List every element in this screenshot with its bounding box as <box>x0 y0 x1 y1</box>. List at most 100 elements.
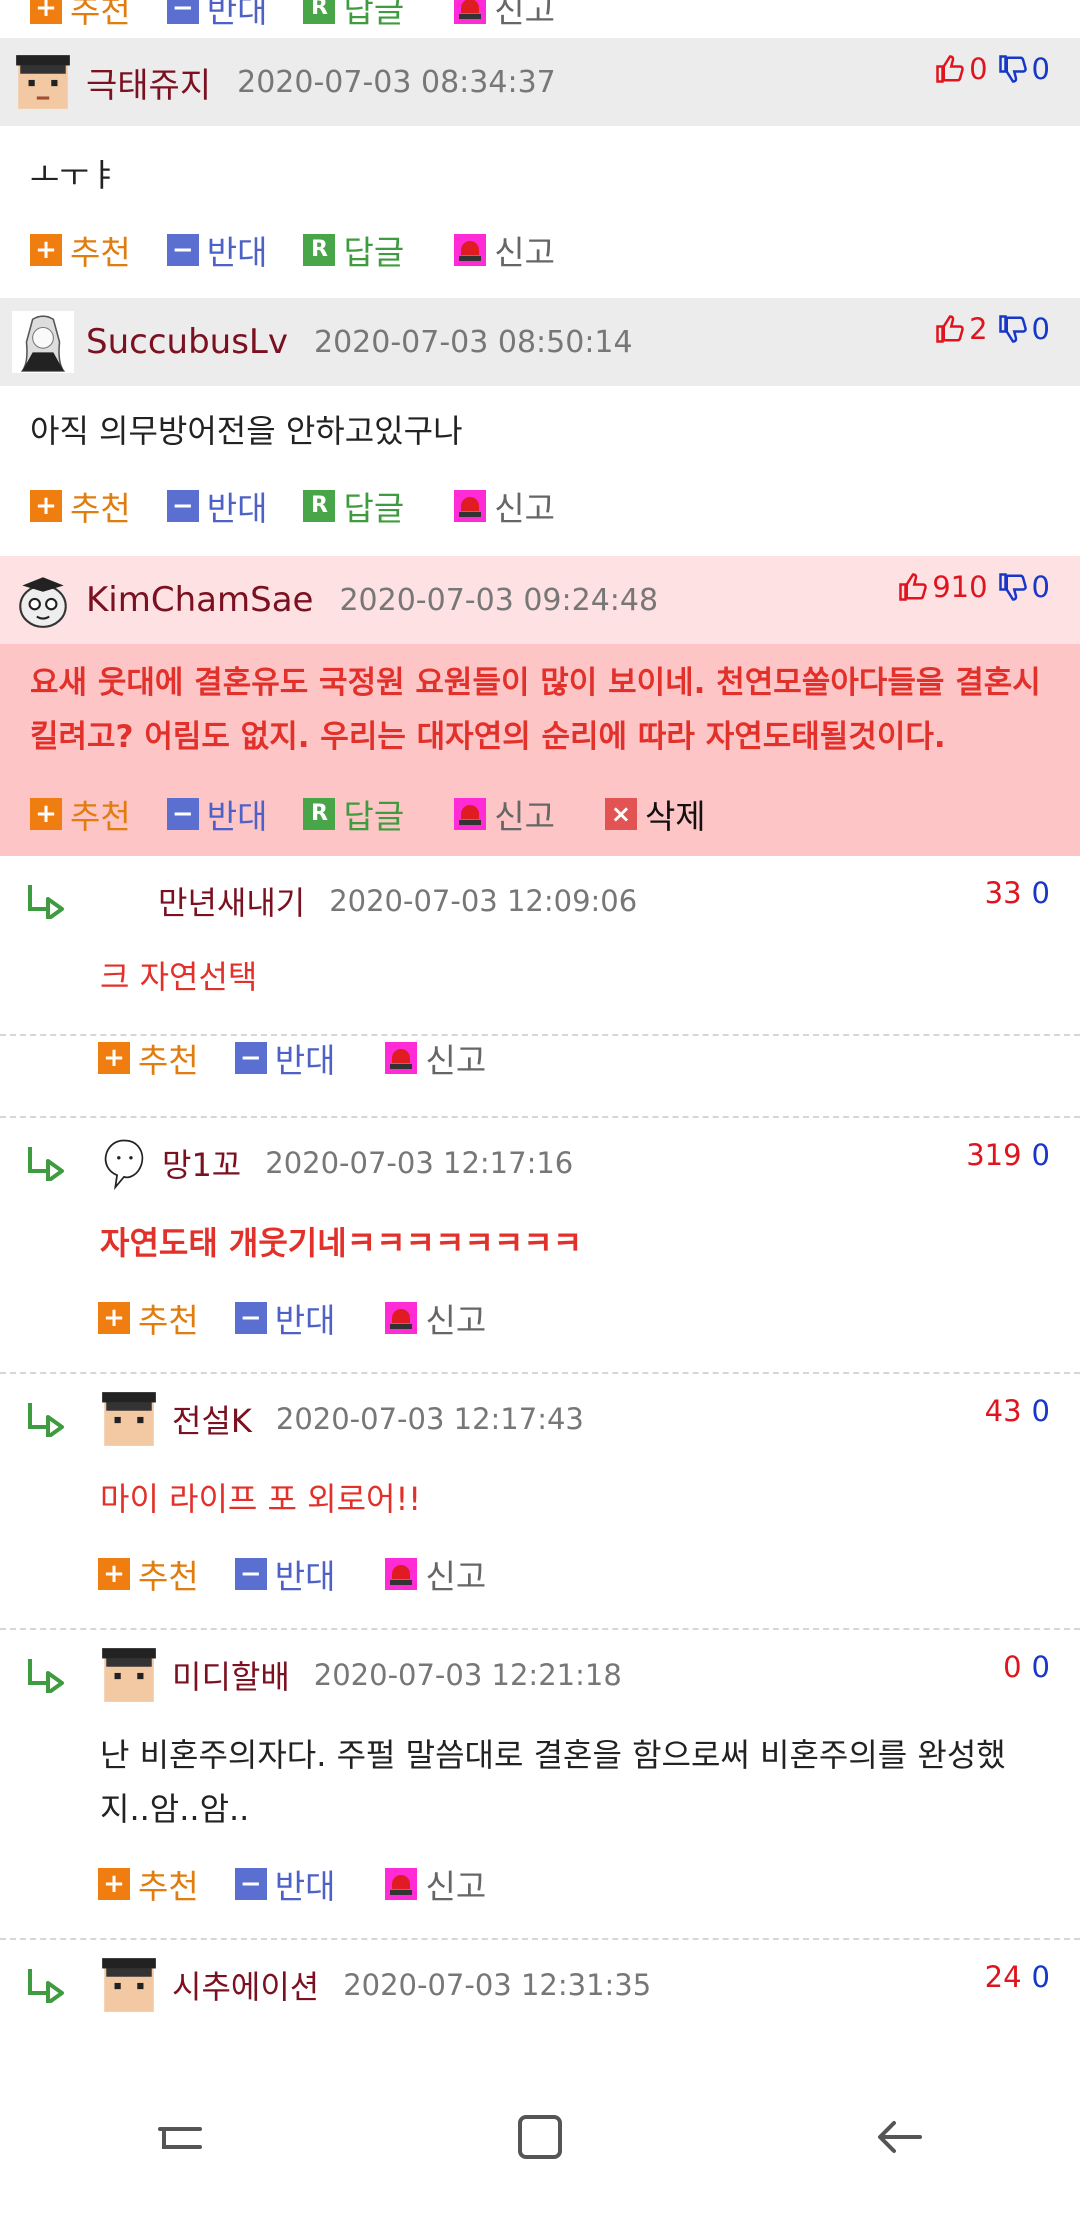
reply-item: 전설K 2020-07-03 12:17:43 43 0 마이 라이프 포 외로어… <box>0 1374 1080 1630</box>
upvote-count: 2 <box>935 312 988 346</box>
siren-icon <box>454 798 487 830</box>
downvote-button[interactable]: − 반대 <box>234 1550 335 1598</box>
delete-button[interactable]: × 삭제 <box>604 790 706 838</box>
nickname[interactable]: SuccubusLv <box>86 322 288 362</box>
minus-icon: − <box>234 1302 267 1334</box>
vote-counts: 2 0 <box>935 312 1050 346</box>
comment: SuccubusLv 2020-07-03 08:50:14 2 0 아직 의무… <box>0 298 1080 546</box>
thumbs-up-icon <box>936 315 964 343</box>
report-button[interactable]: 신고 <box>454 226 555 274</box>
nickname[interactable]: 시추에이션 <box>172 1962 319 2008</box>
reply-item: 시추에이션 2020-07-03 12:31:35 24 0 <box>0 1940 1080 2030</box>
downvote-count: 0 <box>998 570 1050 604</box>
avatar[interactable] <box>12 569 74 631</box>
reply-text: 자연도태 개웃기네ㅋㅋㅋㅋㅋㅋㅋㅋ <box>100 1224 583 1262</box>
reply-text: 마이 라이프 포 외로어!! <box>100 1480 422 1518</box>
vote-counts: 43 0 <box>984 1394 1050 1428</box>
siren-icon <box>454 0 487 24</box>
avatar[interactable] <box>12 51 74 113</box>
nickname[interactable]: 미디할배 <box>172 1652 290 1698</box>
upvote-button[interactable]: + 추천 <box>30 482 131 530</box>
report-button[interactable]: 신고 <box>454 790 555 838</box>
avatar[interactable] <box>98 1132 150 1194</box>
avatar[interactable] <box>98 1644 160 1706</box>
nickname[interactable]: 망1꼬 <box>162 1140 241 1186</box>
plus-icon: + <box>30 234 62 266</box>
minus-icon: − <box>166 0 199 24</box>
nickname[interactable]: 극태쥬지 <box>86 58 211 107</box>
comment-text: 요새 웃대에 결혼유도 국정원 요원들이 많이 보이네. 천연모쏠아다들을 결혼… <box>30 665 1041 755</box>
reply-arrow-icon <box>28 1403 64 1437</box>
minus-icon: − <box>234 1868 267 1900</box>
downvote-button[interactable]: − 반대 <box>166 226 267 274</box>
downvote-button[interactable]: − 반대 <box>234 1294 335 1342</box>
report-button[interactable]: 신고 <box>385 1860 486 1908</box>
timestamp: 2020-07-03 08:50:14 <box>313 324 633 360</box>
minus-icon: − <box>166 234 199 266</box>
upvote-button[interactable]: + 추천 <box>98 1034 199 1082</box>
siren-icon <box>385 1558 418 1590</box>
nickname[interactable]: 전설K <box>172 1396 252 1442</box>
downvote-button[interactable]: − 반대 <box>234 1034 335 1082</box>
report-button[interactable]: 신고 <box>385 1034 486 1082</box>
downvote-count: 0 <box>998 312 1050 346</box>
nickname[interactable]: 만년새내기 <box>158 878 305 924</box>
avatar[interactable] <box>98 1954 160 2016</box>
siren-icon <box>385 1868 418 1900</box>
downvote-button[interactable]: − 반대 <box>166 790 267 838</box>
home-icon[interactable] <box>510 2107 570 2167</box>
timestamp: 2020-07-03 09:24:48 <box>339 582 659 618</box>
upvote-button[interactable]: + 추천 <box>30 226 131 274</box>
comment-header: SuccubusLv 2020-07-03 08:50:14 2 0 <box>0 298 1080 386</box>
reply-icon: R <box>303 490 336 522</box>
reply-button[interactable]: R 답글 <box>303 482 404 530</box>
vote-counts: 24 0 <box>984 1960 1050 1994</box>
vote-counts: 910 0 <box>898 570 1050 604</box>
report-button[interactable]: 신고 <box>454 0 555 32</box>
thumbs-up-icon <box>936 55 964 83</box>
report-button[interactable]: 신고 <box>385 1550 486 1598</box>
comment-actions: + 추천 − 반대 R 답글 신고 <box>0 466 1080 546</box>
close-icon: × <box>604 798 637 830</box>
avatar[interactable] <box>98 1388 160 1450</box>
thumbs-down-icon <box>998 55 1027 83</box>
upvote-button[interactable]: + 추천 <box>98 1294 199 1342</box>
downvote-button[interactable]: − 반대 <box>166 0 267 32</box>
reply-arrow-icon <box>28 885 64 919</box>
downvote-button[interactable]: − 반대 <box>234 1860 335 1908</box>
plus-icon: + <box>98 1558 130 1590</box>
reply-button[interactable]: R 답글 <box>303 790 404 838</box>
comment: 극태쥬지 2020-07-03 08:34:37 0 0 ㅗㅜㅑ + 추천 − 반대… <box>0 38 1080 290</box>
reply-text: 크 자연선택 <box>100 958 258 996</box>
timestamp: 2020-07-03 12:09:06 <box>329 884 638 918</box>
timestamp: 2020-07-03 12:21:18 <box>313 1658 622 1692</box>
reply-icon: R <box>303 234 336 266</box>
report-button[interactable]: 신고 <box>385 1294 486 1342</box>
recent-apps-icon[interactable] <box>150 2107 210 2167</box>
vote-counts: 0 0 <box>935 52 1050 86</box>
nickname[interactable]: KimChamSae <box>86 580 313 620</box>
downvote-button[interactable]: − 반대 <box>166 482 267 530</box>
reply-item: 미디할배 2020-07-03 12:21:18 00 난 비혼주의자다. 주펄… <box>0 1630 1080 1940</box>
comment-actions: + 추천 − 반대 R 답글 신고 × 삭제 <box>0 772 1080 856</box>
reply-actions: + 추천 − 반대 신고 <box>0 1534 1080 1614</box>
reply-arrow-icon <box>28 1969 64 2003</box>
upvote-button[interactable]: + 추천 <box>30 790 131 838</box>
upvote-button[interactable]: + 추천 <box>30 0 131 32</box>
avatar[interactable] <box>12 311 74 373</box>
reply-button[interactable]: R 답글 <box>303 0 404 32</box>
back-icon[interactable] <box>870 2107 930 2167</box>
upvote-button[interactable]: + 추천 <box>98 1550 199 1598</box>
comment-text: 아직 의무방어전을 안하고있구나 <box>30 412 463 450</box>
vote-counts: 33 0 <box>984 876 1050 910</box>
minus-icon: − <box>234 1558 267 1590</box>
timestamp: 2020-07-03 12:31:35 <box>343 1968 652 2002</box>
reply-icon: R <box>303 0 336 24</box>
vote-counts: 319 0 <box>966 1138 1050 1172</box>
downvote-count: 0 <box>998 52 1050 86</box>
reply-actions: + 추천 − 반대 신고 <box>0 1278 1080 1358</box>
reply-button[interactable]: R 답글 <box>303 226 404 274</box>
report-button[interactable]: 신고 <box>454 482 555 530</box>
reply-header: 망1꼬 2020-07-03 12:17:16 319 0 <box>0 1118 1080 1208</box>
upvote-button[interactable]: + 추천 <box>98 1860 199 1908</box>
